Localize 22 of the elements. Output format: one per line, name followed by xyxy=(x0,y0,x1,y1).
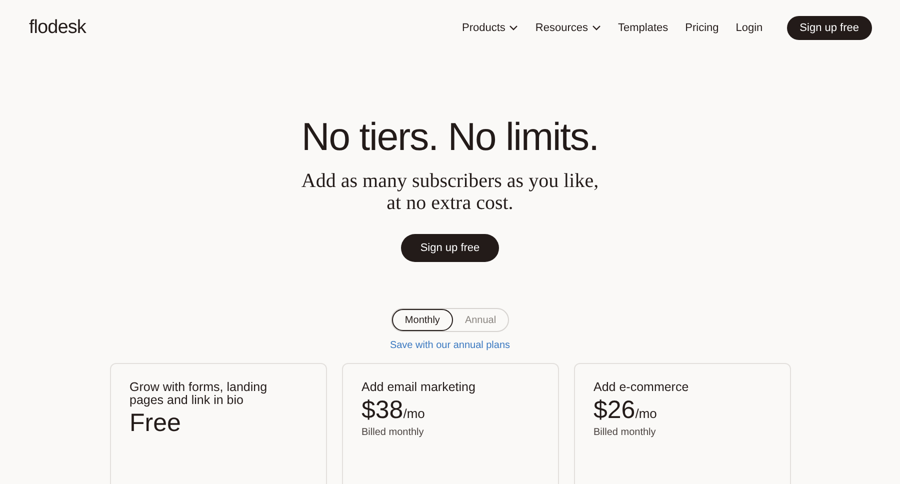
billing-note: Billed monthly xyxy=(594,426,657,440)
price-unit: /mo xyxy=(635,405,657,423)
nav-link[interactable]: Login xyxy=(736,20,763,36)
nav-link[interactable]: Pricing xyxy=(685,20,719,36)
plan-title: Add e-commerce xyxy=(594,381,690,394)
plan-price: $38 xyxy=(362,396,404,424)
billing-tab[interactable]: Monthly xyxy=(392,309,453,331)
nav-link[interactable]: Templates xyxy=(618,20,668,36)
nav-link[interactable]: Resources xyxy=(535,20,601,36)
plan-price: $26 xyxy=(594,396,636,424)
logo[interactable]: flodesk xyxy=(29,14,86,42)
nav-link[interactable]: Products xyxy=(462,20,518,36)
hero-subtitle: Add as many subscribers as you like, at no extra cost. xyxy=(301,170,599,214)
price-unit: /mo xyxy=(403,405,425,423)
plan-title: Grow with forms, landing pages and link in bio xyxy=(130,381,268,407)
signup-button[interactable]: Sign up free xyxy=(786,16,872,40)
annual-plans-link[interactable]: Save with our annual plans xyxy=(390,338,510,353)
signup-button[interactable]: Sign up free xyxy=(401,234,499,262)
billing-note: Billed monthly xyxy=(362,426,425,440)
plan-price: Free xyxy=(130,409,181,437)
hero-title: No tiers. No limits. xyxy=(302,118,598,157)
plan-title: Add email marketing xyxy=(362,381,476,394)
